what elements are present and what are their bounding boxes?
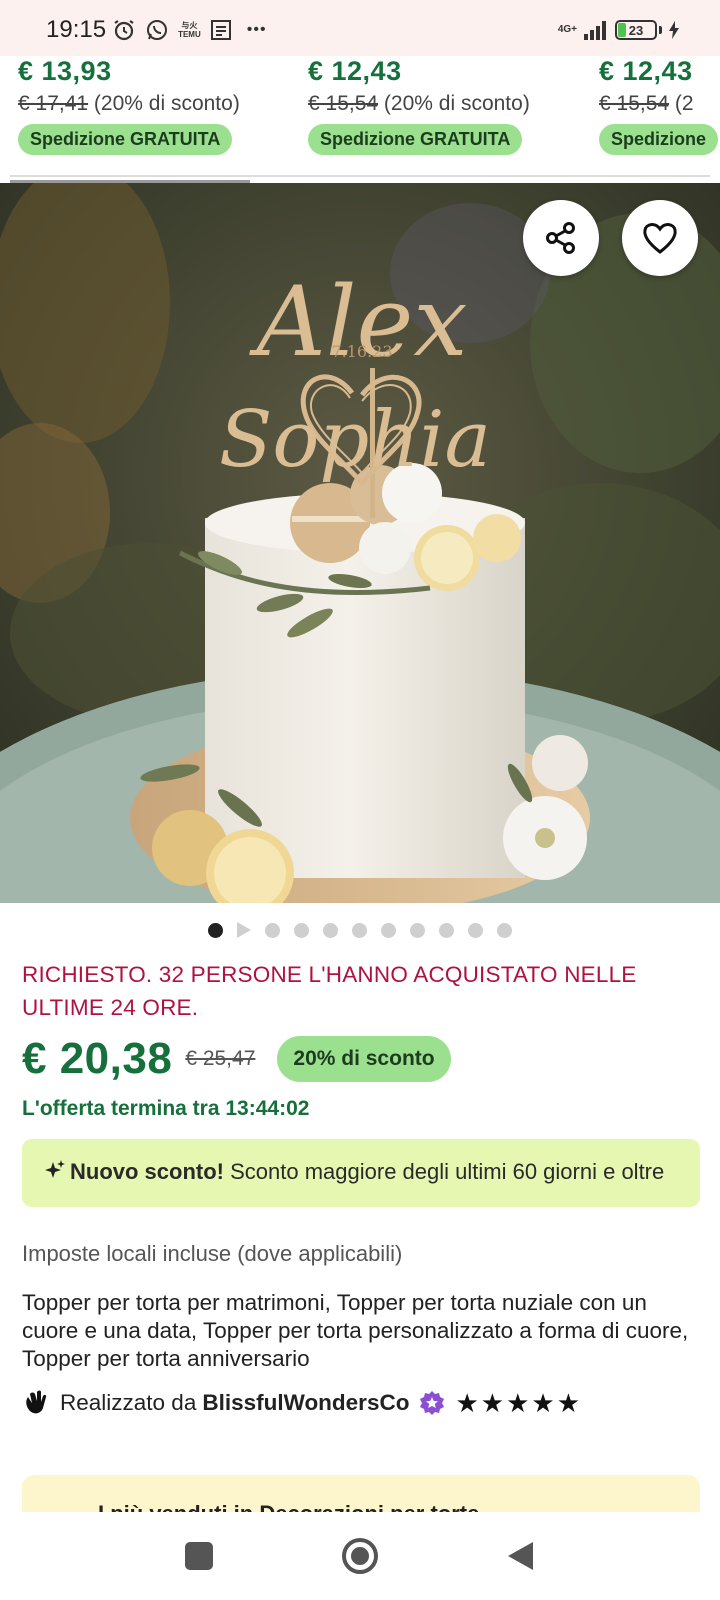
related-product-card[interactable]: € 13,93 € 17,41 (20% di sconto) Spedizio…	[18, 56, 298, 155]
product-title: Topper per torta per matrimoni, Topper p…	[22, 1290, 689, 1371]
alarm-icon	[112, 18, 136, 42]
price-row: € 20,38 € 25,47 20% di sconto	[22, 1034, 702, 1084]
carousel-dot[interactable]	[410, 922, 425, 938]
shop-name-link[interactable]: BlissfulWondersCo	[202, 1390, 409, 1416]
signal-icon	[583, 20, 609, 40]
share-button[interactable]	[523, 200, 599, 276]
related-product-card[interactable]: € 12,43 € 15,54 (20% di sconto) Spedizio…	[308, 56, 588, 155]
related-price: € 13,93	[18, 56, 112, 86]
home-icon	[342, 1538, 378, 1574]
whatsapp-icon	[145, 18, 169, 42]
carousel-dot[interactable]	[294, 922, 309, 938]
topper-name-1: Alex	[249, 266, 468, 378]
divider	[10, 175, 710, 177]
related-old-price-line: € 15,54 (2	[599, 92, 694, 115]
product-details: RICHIESTO. 32 PERSONE L'HANNO ACQUISTATO…	[22, 958, 702, 1417]
star-icon: ★	[455, 1388, 479, 1418]
back-icon	[508, 1542, 533, 1570]
related-price: € 12,43	[308, 56, 402, 86]
carousel-dot[interactable]	[497, 922, 512, 938]
waving-hand-icon	[22, 1389, 50, 1417]
heart-icon	[643, 223, 677, 254]
star-icon: ★	[480, 1388, 505, 1418]
rating-stars[interactable]: ★ ★ ★ ★ ★	[455, 1390, 580, 1416]
battery-icon: 23	[615, 20, 657, 40]
network-type: 4G+	[557, 24, 577, 35]
share-icon	[546, 222, 575, 254]
carousel-dot[interactable]	[352, 922, 367, 938]
product-image[interactable]: Alex 7.16.23 Sophia	[0, 183, 720, 903]
shop-row[interactable]: Realizzato da BlissfulWondersCo ★ ★ ★ ★ …	[22, 1389, 702, 1417]
back-button[interactable]	[505, 1540, 535, 1572]
original-price: € 25,47	[185, 1047, 256, 1070]
promo-text: Sconto maggiore degli ultimi 60 giorni e…	[224, 1159, 665, 1184]
related-old-price-line: € 17,41 (20% di sconto)	[18, 92, 240, 115]
recent-apps-button[interactable]	[185, 1542, 213, 1570]
bestseller-banner[interactable]: I più venduti in Decorazioni per torte	[22, 1475, 700, 1513]
carousel-dot[interactable]	[468, 922, 483, 938]
carousel-dot[interactable]	[439, 922, 454, 938]
demand-notice: RICHIESTO. 32 PERSONE L'HANNO ACQUISTATO…	[22, 962, 637, 1020]
star-seller-badge-icon	[419, 1390, 445, 1416]
discount-badge: 20% di sconto	[277, 1036, 451, 1082]
promo-banner: Nuovo sconto! Sconto maggiore degli ulti…	[22, 1139, 700, 1207]
carousel-dot[interactable]	[381, 922, 396, 938]
free-shipping-badge: Spedizione	[599, 124, 719, 155]
home-button[interactable]	[340, 1536, 380, 1576]
related-old-price-line: € 15,54 (20% di sconto)	[308, 92, 530, 115]
related-price: € 12,43	[599, 56, 693, 86]
temu-icon: 与火 TEMU	[178, 21, 201, 39]
more-notifications-icon: •••	[246, 21, 267, 38]
free-shipping-badge: Spedizione GRATUITA	[18, 124, 233, 155]
star-icon: ★	[556, 1388, 581, 1418]
made-by-label: Realizzato da	[60, 1390, 197, 1415]
star-icon: ★	[506, 1388, 530, 1418]
cake-photo: Alex 7.16.23 Sophia	[0, 183, 720, 903]
related-products-strip[interactable]: € 13,93 € 17,41 (20% di sconto) Spedizio…	[0, 56, 720, 178]
temu-box-icon	[210, 19, 232, 41]
topper-date: 7.16.23	[331, 342, 392, 361]
status-time: 19:15	[46, 16, 107, 43]
taxes-note: Imposte locali incluse (dove applicabili…	[22, 1241, 403, 1266]
topper-name-2: Sophia	[219, 395, 491, 485]
carousel-dot[interactable]	[265, 922, 280, 938]
related-product-card[interactable]: € 12,43 € 15,54 (2 Spedizione	[599, 56, 720, 155]
system-navigation-bar	[0, 1512, 720, 1600]
carousel-dot-active[interactable]	[208, 922, 223, 938]
carousel-dot[interactable]	[323, 922, 338, 938]
charging-icon	[668, 20, 680, 40]
offer-countdown: L'offerta termina tra 13:44:02	[22, 1097, 310, 1120]
current-price: € 20,38	[22, 1034, 173, 1083]
sparkle-icon	[44, 1157, 66, 1191]
star-icon: ★	[531, 1388, 555, 1418]
carousel-indicators[interactable]	[0, 922, 720, 938]
free-shipping-badge: Spedizione GRATUITA	[308, 124, 523, 155]
battery-tip	[659, 26, 662, 34]
promo-title: Nuovo sconto!	[70, 1159, 224, 1184]
video-play-indicator-icon[interactable]	[237, 922, 251, 938]
favorite-button[interactable]	[622, 200, 698, 276]
status-bar: 19:15 与火 TEMU ••• 4G+ 23	[0, 0, 720, 60]
